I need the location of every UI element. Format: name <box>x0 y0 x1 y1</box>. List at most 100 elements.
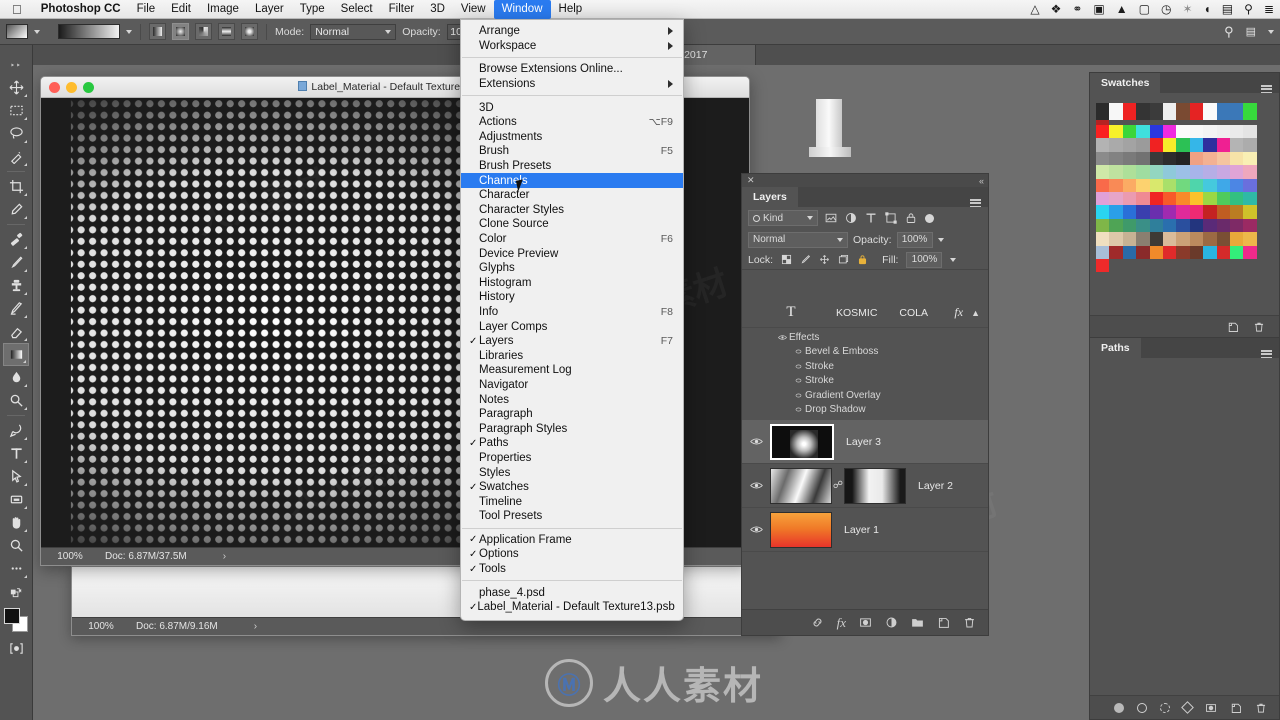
zoom-level[interactable]: 100% <box>72 621 130 632</box>
zoom-level[interactable]: 100% <box>41 551 99 562</box>
lasso-tool[interactable] <box>3 122 29 145</box>
new-path-icon[interactable] <box>1230 702 1242 714</box>
eraser-tool[interactable] <box>3 320 29 343</box>
swatch[interactable] <box>1189 205 1204 219</box>
status-expand-arrow-icon[interactable]: › <box>254 621 257 632</box>
layer-name[interactable]: Layer 1 <box>844 524 879 536</box>
menu-layer[interactable]: Layer <box>247 0 292 19</box>
swatch[interactable] <box>1122 165 1137 179</box>
swatch[interactable] <box>1189 165 1204 179</box>
swatch[interactable] <box>1203 178 1217 192</box>
swatch[interactable] <box>1229 125 1244 139</box>
swatch[interactable] <box>1243 191 1257 206</box>
lock-artboard-nesting-icon[interactable] <box>838 254 849 265</box>
swatch[interactable] <box>1109 191 1123 206</box>
swatch[interactable] <box>1096 151 1110 166</box>
dropbox-icon[interactable]: ❖ <box>1051 3 1062 15</box>
menu-item-options[interactable]: ✓ Options <box>461 547 683 562</box>
swatch[interactable] <box>1096 245 1110 259</box>
swatch[interactable] <box>1243 205 1257 219</box>
layer-name[interactable]: Layer 3 <box>846 436 881 448</box>
swatch[interactable] <box>1162 138 1177 152</box>
layer-visibility-toggle[interactable] <box>746 437 766 446</box>
gradient-preset-swatch[interactable] <box>6 24 28 39</box>
swatch[interactable] <box>1122 151 1137 166</box>
swatch-recent[interactable] <box>1096 103 1110 120</box>
menu-item-layer-comps[interactable]: Layer Comps <box>461 319 683 334</box>
creative-cloud-icon[interactable]: ⚭ <box>1072 3 1082 15</box>
menu-item-paths[interactable]: ✓ Paths <box>461 436 683 451</box>
swatch[interactable] <box>1149 218 1163 233</box>
menu-item-adjustments[interactable]: Adjustments <box>461 130 683 145</box>
blur-tool[interactable] <box>3 366 29 389</box>
swatches-panel[interactable]: Swatches <box>1089 72 1280 338</box>
swatch[interactable] <box>1203 151 1217 166</box>
swatch[interactable] <box>1229 178 1244 192</box>
swatch[interactable] <box>1149 245 1163 259</box>
swatch[interactable] <box>1229 165 1244 179</box>
swatch[interactable] <box>1136 138 1150 152</box>
swatch[interactable] <box>1229 151 1244 166</box>
menu-item-channels[interactable]: Channels <box>461 173 683 188</box>
swatch-recent[interactable] <box>1229 103 1244 120</box>
swatch[interactable] <box>1122 245 1137 259</box>
dodge-tool[interactable] <box>3 389 29 412</box>
menu-item-paragraph-styles[interactable]: Paragraph Styles <box>461 421 683 436</box>
rectangular-marquee-tool[interactable] <box>3 99 29 122</box>
shape-filter-icon[interactable] <box>885 212 897 224</box>
effect-visibility-icon[interactable] <box>792 406 805 413</box>
menu-item-tools[interactable]: ✓ Tools <box>461 562 683 577</box>
close-icon[interactable]: ✕ <box>747 175 755 186</box>
swatch[interactable] <box>1189 138 1204 152</box>
adjustment-filter-icon[interactable] <box>845 212 857 224</box>
menu-3d[interactable]: 3D <box>422 0 453 19</box>
swatch[interactable] <box>1162 205 1177 219</box>
swatch[interactable] <box>1162 218 1177 233</box>
swatch[interactable] <box>1176 138 1190 152</box>
swatch[interactable] <box>1229 218 1244 233</box>
swatch[interactable] <box>1243 245 1257 259</box>
menu-item-color[interactable]: Color F6 <box>461 232 683 247</box>
new-swatch-icon[interactable] <box>1227 321 1239 333</box>
swatch[interactable] <box>1176 218 1190 233</box>
radial-gradient-icon[interactable] <box>172 23 189 40</box>
swatch[interactable] <box>1216 125 1230 139</box>
panel-menu-icon[interactable] <box>1261 85 1272 93</box>
effect-visibility-icon[interactable] <box>792 377 805 384</box>
hand-tool[interactable] <box>3 511 29 534</box>
gradient-list-chevron-down-icon[interactable] <box>126 29 132 34</box>
delete-path-icon[interactable] <box>1255 702 1267 714</box>
brush-tool[interactable] <box>3 251 29 274</box>
swatch[interactable] <box>1216 205 1230 219</box>
search-icon[interactable]: ⚲ <box>1244 3 1253 15</box>
menu-item-layers[interactable]: ✓ Layers F7 <box>461 334 683 349</box>
menu-item-clone-source[interactable]: Clone Source <box>461 217 683 232</box>
menu-item-measurement-log[interactable]: Measurement Log <box>461 363 683 378</box>
swatch[interactable] <box>1216 165 1230 179</box>
swatch-recent[interactable] <box>1189 103 1204 120</box>
zoom-tool[interactable] <box>3 534 29 557</box>
swatch[interactable] <box>1243 125 1257 139</box>
menu-help[interactable]: Help <box>551 0 591 19</box>
control-center-icon[interactable]: ≣ <box>1264 3 1274 15</box>
swatch[interactable] <box>1176 245 1190 259</box>
window-menu-dropdown[interactable]: Arrange Workspace Browse Extensions Online… <box>460 19 684 621</box>
swatch[interactable] <box>1122 125 1137 139</box>
battery-icon[interactable]: ▤ <box>1222 3 1233 15</box>
layer-row-text[interactable]: T KOSMIC COLA fx ▲ <box>742 298 988 328</box>
swatch[interactable] <box>1149 191 1163 206</box>
menu-item-character[interactable]: Character <box>461 188 683 203</box>
load-path-as-selection-icon[interactable] <box>1160 702 1170 713</box>
swatch[interactable] <box>1203 125 1217 139</box>
layer-fill-input[interactable]: 100% <box>906 251 943 268</box>
menu-item-paragraph[interactable]: Paragraph <box>461 407 683 422</box>
swatch[interactable] <box>1189 191 1204 206</box>
swatch[interactable] <box>1096 218 1110 233</box>
effect-row[interactable]: Gradient Overlay <box>742 388 988 403</box>
layer-fx-badge[interactable]: fx <box>954 305 963 320</box>
menu-file[interactable]: File <box>129 0 164 19</box>
lock-position-icon[interactable] <box>819 254 830 265</box>
menu-item-libraries[interactable]: Libraries <box>461 348 683 363</box>
link-layers-icon[interactable] <box>811 616 824 629</box>
type-tool[interactable] <box>3 442 29 465</box>
